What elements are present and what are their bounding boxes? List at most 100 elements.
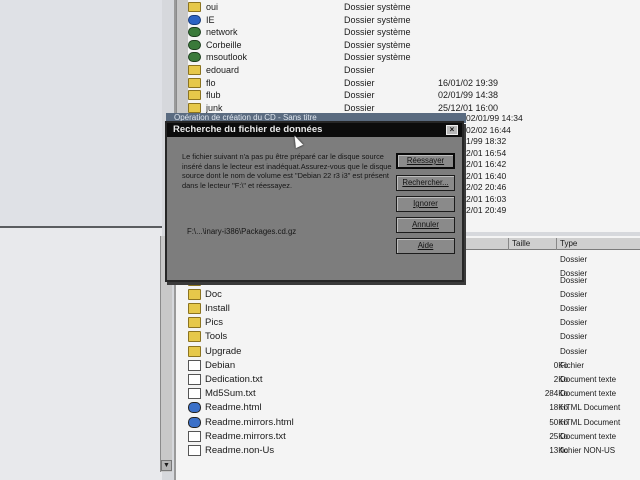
file-name: Debian (205, 359, 236, 371)
dialog-title-text: Recherche du fichier de données (173, 124, 323, 135)
file-date: 2/02 20:46 (466, 182, 507, 192)
text-file-icon (188, 430, 201, 442)
cancel-button[interactable]: Annuler (396, 217, 455, 233)
retry-button[interactable]: Réessayer (396, 153, 455, 169)
list-item[interactable]: flo Dossier 16/01/02 19:39 (188, 77, 638, 89)
close-icon[interactable]: × (446, 125, 458, 135)
list-item[interactable]: Doc Dossier (188, 287, 638, 301)
list-item[interactable]: Readme.mirrors.html 50Ko HTML Document (188, 415, 638, 429)
file-type: Dossier (344, 77, 375, 88)
file-name: Pics (205, 317, 223, 329)
file-type: Dossier système (344, 39, 411, 50)
file-date: 1/99 18:32 (466, 136, 507, 146)
folder-icon (188, 90, 201, 101)
file-type: HTML Document (560, 403, 621, 413)
list-item[interactable]: Md5Sum.txt 284Ko Document texte (188, 387, 638, 401)
recycle-bin-icon (188, 39, 201, 50)
locate-data-file-dialog: Recherche du fichier de données × Le fic… (165, 121, 464, 282)
html-file-icon (188, 416, 201, 428)
file-type: Dossier (560, 332, 588, 342)
list-item[interactable]: Readme.non-Us 13Ko fichier NON-US (188, 443, 638, 457)
folder-icon (188, 302, 201, 314)
folder-icon (188, 288, 201, 300)
file-name: flo (206, 77, 216, 88)
list-item[interactable]: IE Dossier système (188, 14, 638, 26)
help-button[interactable]: Aide (396, 238, 455, 254)
list-item[interactable]: junk Dossier 25/12/01 16:00 (188, 102, 638, 114)
folder-icon (188, 2, 201, 12)
list-item[interactable]: edouard Dossier (188, 64, 638, 76)
column-type[interactable]: Type (556, 238, 640, 250)
file-icon (188, 444, 201, 456)
file-name: flub (206, 90, 221, 101)
file-name: Readme.html (205, 402, 262, 414)
file-type: Dossier système (344, 14, 411, 25)
desktop-area-top (0, 0, 162, 228)
file-type: Dossier (344, 90, 375, 101)
file-name: Corbeille (206, 39, 242, 50)
folder-icon (188, 65, 201, 75)
file-name: Md5Sum.txt (205, 388, 256, 400)
list-item[interactable]: Install Dossier (188, 301, 638, 315)
list-item[interactable]: Dedication.txt 2Ko Document texte (188, 372, 638, 386)
file-type: fichier NON-US (560, 445, 616, 455)
file-name: Doc (205, 288, 222, 300)
folder-icon (188, 331, 201, 343)
file-date: 16/01/02 19:39 (438, 77, 499, 88)
file-type: Document texte (560, 431, 617, 441)
file-name: Readme.non-Us (205, 444, 275, 456)
file-date: 02/02 16:44 (466, 124, 511, 135)
file-date: 2/01 16:54 (466, 147, 507, 158)
folder-icon (188, 102, 201, 113)
file-type: HTML Document (560, 417, 621, 427)
folder-icon (188, 317, 201, 329)
file-name: junk (206, 102, 223, 113)
file-name: Readme.mirrors.html (205, 416, 294, 428)
ignore-button[interactable]: Ignorer (396, 196, 455, 212)
file-type: Document texte (560, 389, 617, 399)
list-item[interactable]: Upgrade Dossier (188, 344, 638, 358)
scroll-down-arrow-icon[interactable]: ▼ (161, 460, 172, 471)
list-item[interactable]: Pics Dossier (188, 316, 638, 330)
list-item[interactable]: Debian 0Ko Fichier (188, 358, 638, 372)
file-type: Dossier (560, 254, 588, 264)
file-date: 2/01 16:42 (466, 159, 507, 169)
desktop-area-bottom (0, 228, 162, 480)
outlook-icon (188, 52, 201, 63)
file-type: Dossier système (344, 2, 411, 12)
list-item[interactable]: msoutlook Dossier système (188, 51, 638, 63)
file-name: oui (206, 2, 219, 12)
list-item[interactable]: Corbeille Dossier système (188, 39, 638, 51)
folder-icon (188, 77, 201, 88)
list-item[interactable]: Readme.html 18Ko HTML Document (188, 401, 638, 415)
browse-button[interactable]: Rechercher... (396, 175, 455, 191)
file-type: Dossier système (344, 27, 411, 38)
internet-explorer-icon (188, 14, 201, 25)
network-icon (188, 27, 201, 38)
dialog-title: Recherche du fichier de données × (167, 123, 462, 137)
list-item[interactable]: Readme.mirrors.txt 25Ko Document texte (188, 429, 638, 443)
file-type: Dossier (560, 346, 588, 356)
file-type: Dossier (560, 275, 588, 285)
file-icon (188, 359, 201, 371)
file-date: 2/01 16:03 (466, 193, 507, 204)
file-type: Dossier (560, 303, 588, 313)
list-item[interactable]: flub Dossier 02/01/99 14:38 (188, 89, 638, 101)
list-item[interactable]: network Dossier système (188, 26, 638, 38)
file-name: Readme.mirrors.txt (205, 430, 286, 442)
file-type: Dossier (344, 102, 375, 113)
file-date: 2/01 16:40 (466, 170, 507, 181)
file-type: Fichier (560, 360, 585, 370)
file-date: 02/01/99 14:38 (438, 90, 499, 101)
list-item[interactable]: Tools Dossier (188, 330, 638, 344)
file-name: edouard (206, 65, 240, 75)
dialog-message: Le fichier suivant n'a pas pu être prépa… (182, 152, 392, 190)
file-name: Install (205, 302, 230, 314)
column-size[interactable]: Taille (508, 238, 556, 250)
file-name: Upgrade (205, 345, 242, 357)
file-type: Dossier (560, 318, 588, 328)
file-type: Dossier (344, 65, 375, 75)
file-name: Tools (205, 331, 228, 343)
list-item[interactable]: oui Dossier système (188, 1, 638, 13)
file-name: network (206, 27, 238, 38)
